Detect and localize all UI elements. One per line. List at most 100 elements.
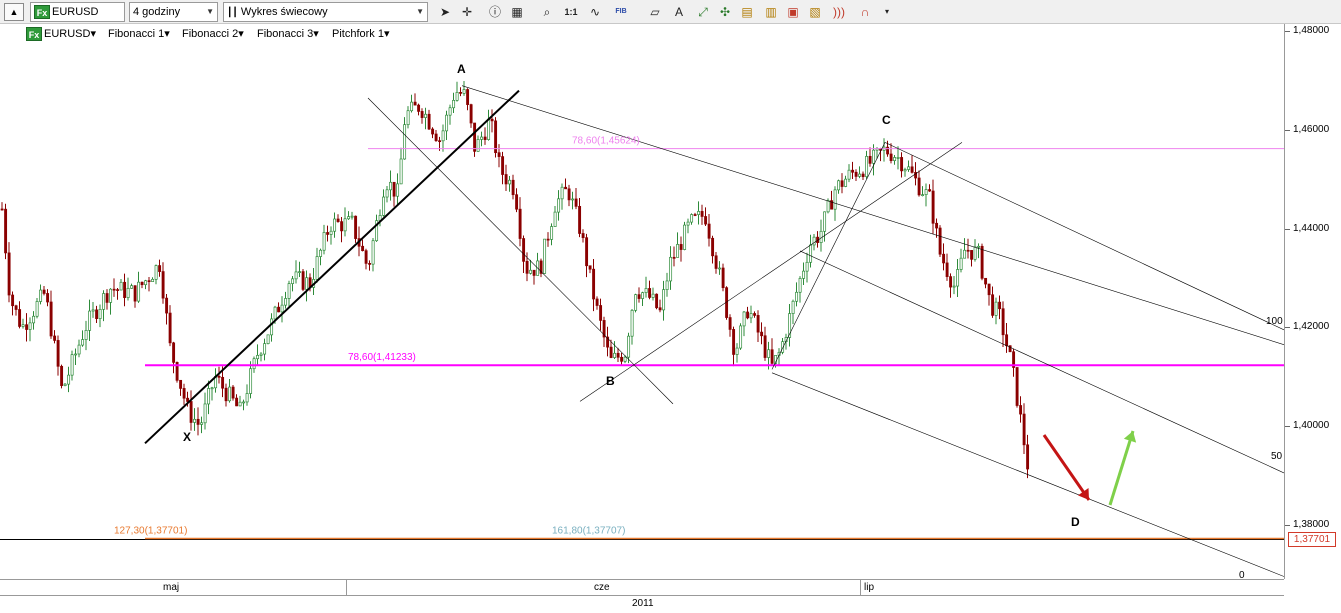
candle-body <box>928 189 932 192</box>
price-chart-canvas[interactable]: 78,60(1,45624) 78,60(1,41233) 127,30(1,377… <box>0 24 1284 579</box>
candle-body <box>546 238 550 241</box>
candle <box>515 188 519 213</box>
text-icon[interactable]: A <box>670 4 688 20</box>
candle <box>735 343 739 363</box>
eraser-icon[interactable]: ▱ <box>646 4 664 20</box>
candle-body <box>970 250 974 260</box>
candle-body <box>277 306 281 313</box>
candle-body <box>648 288 652 298</box>
grid-icon[interactable]: ▦ <box>508 4 526 20</box>
candle-body <box>732 329 736 355</box>
candle-body <box>483 136 487 140</box>
candle-body <box>413 101 417 106</box>
candle-body <box>266 334 270 344</box>
pattern-point-label: X <box>183 430 191 444</box>
candle-body <box>907 166 911 170</box>
candle-body <box>984 277 988 285</box>
candle-body <box>942 253 946 264</box>
candle <box>350 211 354 220</box>
candle-body <box>364 250 368 264</box>
candle-body <box>511 179 515 196</box>
candle <box>417 103 421 116</box>
candle-body <box>924 189 928 196</box>
candle <box>613 341 617 360</box>
zoom-icon[interactable]: ⌕ <box>538 4 556 20</box>
pitchfork-line <box>799 250 1284 474</box>
candle <box>921 186 925 197</box>
candle <box>403 117 407 160</box>
candle-body <box>553 211 557 227</box>
candle-body <box>977 245 981 248</box>
candle-body <box>263 343 267 355</box>
candle-body <box>560 186 564 200</box>
candle <box>637 287 641 303</box>
wave2-icon[interactable]: ▧ <box>806 4 824 20</box>
candle-body <box>392 181 396 197</box>
fan-icon[interactable]: ⤢ <box>694 4 712 20</box>
candle-body <box>116 289 120 291</box>
candle-body <box>123 281 127 298</box>
candle <box>95 305 99 324</box>
candle-body <box>658 307 662 311</box>
candle-body <box>385 189 389 198</box>
candle <box>63 383 67 387</box>
candle <box>907 160 911 172</box>
pattern-icon[interactable]: ✣ <box>716 4 734 20</box>
chart-style-icon[interactable]: ▥ <box>762 4 780 20</box>
candle <box>1005 323 1009 353</box>
candle-body <box>637 294 641 299</box>
grid2-icon[interactable]: ▤ <box>738 4 756 20</box>
price-axis[interactable]: 1,48000 1,46000 1,44000 1,42000 1,40000 1,380… <box>1284 24 1341 579</box>
info-icon[interactable]: ⓘ <box>486 4 504 20</box>
candle-body <box>245 393 249 403</box>
candle <box>749 305 753 324</box>
year-axis: 2011 <box>0 595 1284 613</box>
candle-body <box>823 211 827 232</box>
candle-body <box>284 298 288 306</box>
crosshair-icon[interactable]: ✛ <box>458 4 476 20</box>
cursor-icon[interactable]: ➤ <box>436 4 454 20</box>
candle <box>70 350 74 381</box>
candle-body <box>438 140 442 143</box>
candle <box>648 280 652 300</box>
candle <box>130 283 134 289</box>
candle <box>497 144 501 168</box>
candle <box>476 135 480 152</box>
symbol-selector[interactable]: Fx EURUSD <box>30 2 125 22</box>
candle-body <box>651 293 655 298</box>
candle <box>445 110 449 140</box>
chart-type-select[interactable]: ┃┃ Wykres świecowy ▼ <box>223 2 428 22</box>
candle <box>18 301 22 329</box>
ruler-icon[interactable]: ▣ <box>784 4 802 20</box>
candle <box>21 318 25 329</box>
candle-body <box>571 198 575 201</box>
candle <box>434 129 438 142</box>
timeframe-select[interactable]: 4 godziny ▼ <box>129 2 218 22</box>
candle <box>42 285 46 296</box>
candle-body <box>693 214 697 216</box>
magnet-icon[interactable]: ∩ <box>856 4 874 20</box>
more-icon[interactable]: ▾ <box>878 4 896 20</box>
candle <box>238 395 242 407</box>
candle <box>991 286 995 318</box>
candle <box>847 164 851 183</box>
wave-icon[interactable]: ∿ <box>586 4 604 20</box>
candle-body <box>812 236 816 246</box>
candle-body <box>613 352 617 358</box>
one-to-one-button[interactable]: 1:1 <box>562 4 580 20</box>
candle-body <box>291 278 295 284</box>
candle-body <box>336 218 340 222</box>
time-axis[interactable]: maj cze lip <box>0 579 1284 596</box>
candle <box>560 183 564 210</box>
signal-icon[interactable]: ))) <box>830 4 848 20</box>
collapse-toolbar-button[interactable]: ▲ <box>4 3 24 21</box>
candle <box>14 304 18 316</box>
candle-body <box>592 268 596 300</box>
candle <box>697 201 701 225</box>
candle <box>259 352 263 362</box>
candle <box>606 326 610 357</box>
candle-body <box>441 130 445 142</box>
candle <box>378 209 382 227</box>
candle <box>399 147 403 185</box>
fibonacci-button[interactable]: FIB <box>612 4 630 20</box>
